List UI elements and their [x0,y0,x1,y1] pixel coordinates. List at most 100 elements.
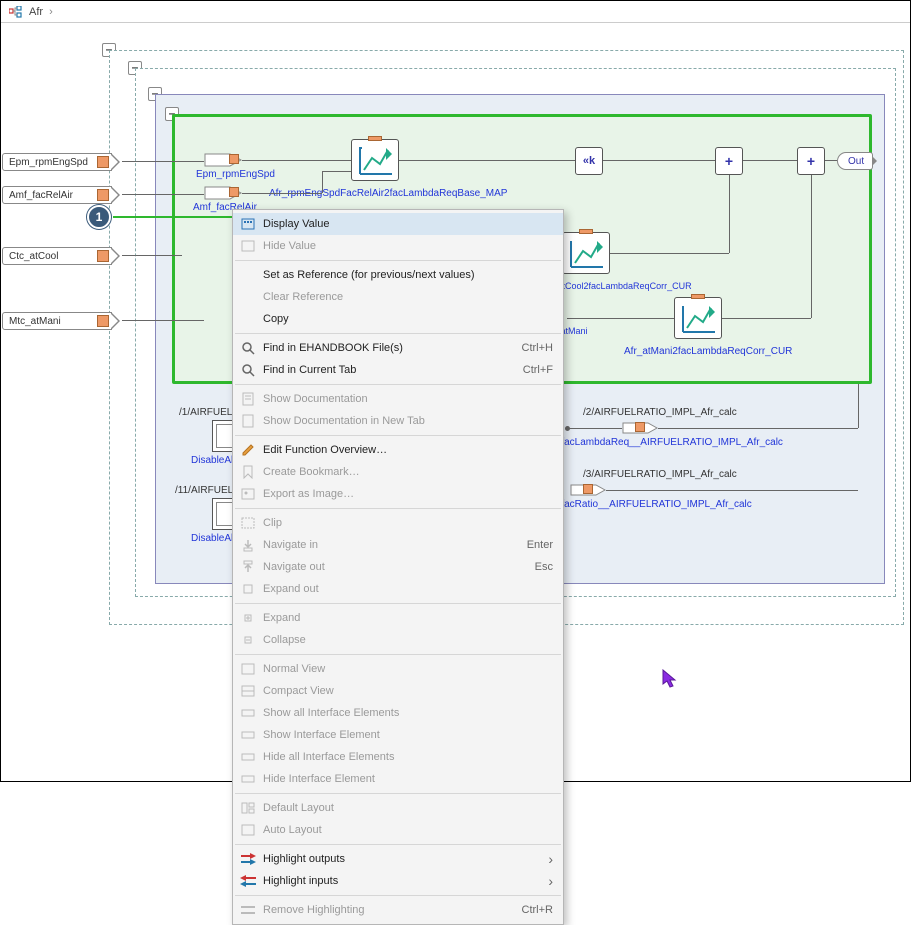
block-cur2[interactable] [674,297,722,339]
collapse-icon [233,633,263,647]
menu-compact-view[interactable]: Compact View [233,680,563,702]
menu-edit-function-overview[interactable]: Edit Function Overview… [233,439,563,461]
menu-show-interface[interactable]: Show Interface Element [233,724,563,746]
document-icon [233,392,263,406]
image-icon [233,488,263,500]
interface-icon [233,773,263,785]
pencil-icon [233,443,263,457]
menu-clip[interactable]: Clip [233,512,563,534]
menu-hide-all-interface[interactable]: Hide all Interface Elements [233,746,563,768]
menu-expand[interactable]: Expand [233,607,563,629]
menu-clear-reference[interactable]: Clear Reference [233,286,563,308]
menu-show-doc-newtab[interactable]: Show Documentation in New Tab [233,410,563,432]
block-cur1[interactable] [562,232,610,274]
inport-amf-label: Amf_facRelAir [3,190,73,201]
highlight-out-icon [233,853,263,865]
separator [235,260,561,261]
display-icon [233,218,263,230]
menu-hide-interface[interactable]: Hide Interface Element [233,768,563,790]
wire [567,428,622,429]
menu-highlight-inputs[interactable]: Highlight inputs › [233,870,563,892]
block-plus2[interactable]: + [797,147,825,175]
menu-show-doc[interactable]: Show Documentation [233,388,563,410]
wire [122,255,182,256]
tag-icon [635,422,645,432]
shortcut: Enter [515,539,553,551]
wire [743,160,797,161]
wire [122,161,204,162]
section-2-bot: Afr_facLambdaReq__AIRFUELRATIO_IMPL_Afr_… [543,437,783,448]
out-port[interactable]: Out [837,152,873,170]
menu-navigate-in[interactable]: Navigate in Enter [233,534,563,556]
menu-highlight-outputs[interactable]: Highlight outputs › [233,848,563,870]
menu-hide-value[interactable]: Hide Value [233,235,563,257]
wire [603,160,715,161]
section-3-bot: Afr_facRatio__AIRFUELRATIO_IMPL_Afr_calc [543,499,752,510]
tag-icon [368,136,382,141]
inner-port-amf[interactable] [204,186,242,200]
inport-epm[interactable]: Epm_rpmEngSpd [2,152,112,172]
menu-normal-view[interactable]: Normal View [233,658,563,680]
bookmark-icon [233,465,263,479]
inport-mtc[interactable]: Mtc_atMani [2,311,112,331]
view-icon [233,663,263,675]
marker-1[interactable]: 1 [87,205,111,229]
separator [235,435,561,436]
canvas[interactable]: – – – – Epm_rpmEngSpd Amf_facRelAir Ctc_… [7,29,904,775]
inport-amf[interactable]: Amf_facRelAir [2,185,112,205]
wire-highlighted [113,216,233,218]
section-2-port[interactable] [622,422,658,434]
inner-label-epm: Epm_rpmEngSpd [196,169,275,180]
tag-icon [97,315,109,327]
menu-navigate-out[interactable]: Navigate out Esc [233,556,563,578]
wire [610,253,729,254]
tag-icon [97,250,109,262]
wire [658,428,858,429]
inport-mtc-label: Mtc_atMani [3,316,61,327]
menu-display-value[interactable]: Display Value [233,213,563,235]
menu-default-layout[interactable]: Default Layout [233,797,563,819]
menu-show-all-interface[interactable]: Show all Interface Elements [233,702,563,724]
wire [122,320,204,321]
tag-icon [691,294,705,299]
menu-expand-out[interactable]: Expand out [233,578,563,600]
expand-out-icon [233,582,263,596]
inner-port-epm[interactable] [204,153,242,167]
wire [729,175,730,253]
inport-ctc-label: Ctc_atCool [3,251,58,262]
layout-icon [233,802,263,814]
wire [242,160,351,161]
wire [722,318,811,319]
wire [242,193,322,194]
tag-icon [97,156,109,168]
wire [322,171,323,193]
menu-auto-layout[interactable]: Auto Layout [233,819,563,841]
menu-create-bookmark[interactable]: Create Bookmark… [233,461,563,483]
navigate-out-icon [233,560,263,574]
shortcut: Ctrl+R [510,904,553,916]
menu-remove-highlighting[interactable]: Remove Highlighting Ctrl+R [233,899,563,921]
menu-set-reference[interactable]: Set as Reference (for previous/next valu… [233,264,563,286]
separator [235,654,561,655]
breadcrumb-label[interactable]: Afr [29,6,43,18]
submenu-arrow-icon: › [536,873,553,889]
menu-find-ehandbook[interactable]: Find in EHANDBOOK File(s) Ctrl+H [233,337,563,359]
block-kk[interactable]: «k [575,147,603,175]
inport-ctc[interactable]: Ctc_atCool [2,246,112,266]
section-3-port[interactable] [570,484,606,496]
block-map[interactable] [351,139,399,181]
menu-export-image[interactable]: Export as Image… [233,483,563,505]
menu-copy[interactable]: Copy [233,308,563,330]
highlight-in-icon [233,875,263,887]
hide-icon [233,240,263,252]
block-plus1[interactable]: + [715,147,743,175]
wire [825,160,837,161]
tag-icon [229,154,239,164]
remove-highlight-icon [233,904,263,916]
wire-junction [565,426,570,431]
menu-find-current-tab[interactable]: Find in Current Tab Ctrl+F [233,359,563,381]
separator [235,333,561,334]
cursor-icon [662,669,678,689]
section-3-top: /3/AIRFUELRATIO_IMPL_Afr_calc [583,469,737,480]
menu-collapse[interactable]: Collapse [233,629,563,651]
